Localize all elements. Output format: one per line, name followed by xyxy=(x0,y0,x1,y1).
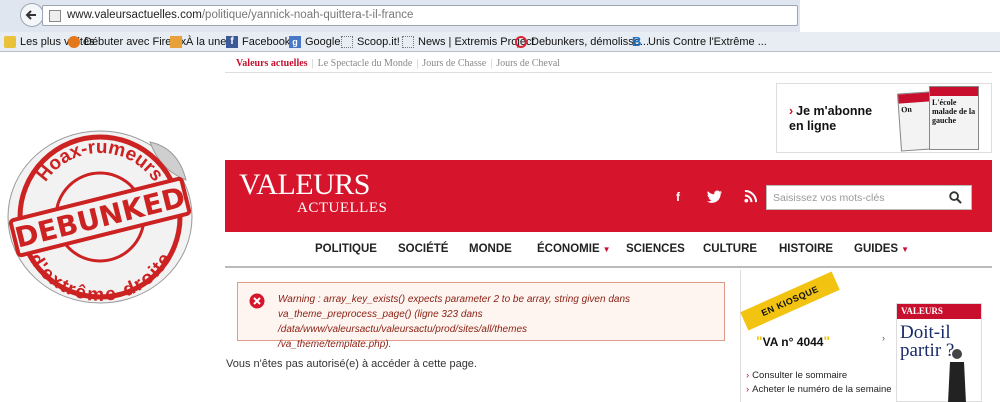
chevron-right-icon: › xyxy=(746,384,750,395)
back-arrow-icon xyxy=(25,10,36,20)
link-buy-issue[interactable]: › Acheter le numéro de la semaine xyxy=(746,384,892,395)
subscribe-line1: Je m'abonne xyxy=(796,104,873,118)
magazine-title: L'école malade de la gauche xyxy=(932,98,976,125)
site-logo[interactable]: VALEURS xyxy=(239,170,370,200)
link-label: Consulter le sommaire xyxy=(752,370,848,381)
search-icon xyxy=(948,191,962,204)
bookmark-google[interactable]: g Google xyxy=(289,34,340,50)
error-icon xyxy=(249,293,265,309)
feed-icon xyxy=(170,36,182,48)
main-navigation: POLITIQUE SOCIÉTÉ MONDE ÉCONOMIE ▼ SCIENC… xyxy=(225,232,992,268)
url-path: /politique/yannick-noah-quittera-t-il-fr… xyxy=(201,9,414,21)
warning-line1: : array_key_exists() expects parameter 2… xyxy=(315,294,631,305)
sidebar-divider xyxy=(740,270,741,402)
nav-label: POLITIQUE xyxy=(315,243,377,255)
rss-icon[interactable] xyxy=(741,189,759,204)
nav-item-culture[interactable]: CULTURE xyxy=(703,243,757,255)
nav-item-politique[interactable]: POLITIQUE xyxy=(315,243,377,255)
facebook-icon[interactable]: f xyxy=(669,190,687,204)
bookmark-label: Google xyxy=(305,36,341,48)
url-host: www.valeursactuelles.com xyxy=(67,9,202,21)
nav-item-societe[interactable]: SOCIÉTÉ xyxy=(398,243,448,255)
bookmark-getting-started[interactable]: Débuter avec Firefox xyxy=(68,34,186,50)
star-icon xyxy=(4,36,16,48)
toolbar-blank-area xyxy=(800,0,1000,32)
search-button[interactable] xyxy=(939,185,972,210)
bookmarks-bar: Les plus visités Débuter avec Firefox À … xyxy=(0,32,1000,52)
target-icon xyxy=(515,36,527,48)
divider xyxy=(225,72,992,73)
nav-label: SCIENCES xyxy=(626,243,685,255)
search-input[interactable] xyxy=(766,185,940,210)
nav-item-histoire[interactable]: HISTOIRE xyxy=(779,243,833,255)
nav-label: GUIDES xyxy=(854,243,899,255)
bookmark-label: Facebook xyxy=(242,36,291,48)
bookmark-scoopit[interactable]: Scoop.it! xyxy=(341,34,400,50)
link-sommaire[interactable]: › Consulter le sommaire xyxy=(746,370,847,381)
blogger-b-icon: B xyxy=(632,34,642,49)
twitter-icon[interactable] xyxy=(706,190,724,204)
kiosk-widget: EN KIOSQUE "VA n° 4044" › › Consulter le … xyxy=(740,271,992,402)
chevron-down-icon: ▼ xyxy=(602,245,611,254)
site-logo-subtitle[interactable]: ACTUELLES xyxy=(297,200,387,217)
site-favicon-icon xyxy=(49,10,61,22)
chevron-down-icon: ▼ xyxy=(901,245,910,254)
cover-brand: VALEURS xyxy=(897,304,981,319)
warning-line2: va_theme_preprocess_page() (ligne 323 da… xyxy=(278,309,528,335)
page-icon xyxy=(341,36,353,48)
google-icon: g xyxy=(289,36,301,48)
issue-label: VA n° 4044 xyxy=(762,335,824,349)
warning-line3: /va_theme/template.php). xyxy=(278,339,392,350)
bookmark-facebook[interactable]: f Facebook xyxy=(226,34,290,50)
nav-label: ÉCONOMIE xyxy=(537,243,600,255)
network-link-cheval[interactable]: Jours de Cheval xyxy=(496,58,560,69)
php-warning-message: Warning : array_key_exists() expects par… xyxy=(237,282,725,350)
warning-label: Warning xyxy=(278,294,316,305)
page-icon xyxy=(402,36,414,48)
chevron-right-icon: › xyxy=(746,370,750,381)
nav-item-monde[interactable]: MONDE xyxy=(469,243,512,255)
access-denied-text: Vous n'êtes pas autorisé(e) à accéder à … xyxy=(226,358,477,370)
nav-label: HISTOIRE xyxy=(779,243,834,255)
network-links: Valeurs actuelles | Le Spectacle du Monde |… xyxy=(236,58,561,69)
issue-number: "VA n° 4044" xyxy=(756,333,830,349)
nav-label: CULTURE xyxy=(703,243,758,255)
nav-item-guides[interactable]: GUIDES ▼ xyxy=(854,243,909,255)
subscribe-promo[interactable]: › Je m'abonne en ligne On L'école malade … xyxy=(776,83,992,153)
nav-label: SOCIÉTÉ xyxy=(398,243,449,255)
link-label: Acheter le numéro de la semaine xyxy=(752,384,892,395)
site-header: VALEURS ACTUELLES f xyxy=(225,160,992,232)
nav-label: MONDE xyxy=(469,243,512,255)
bookmark-debunkers[interactable]: Debunkers, démolisse... xyxy=(515,34,649,50)
firefox-icon xyxy=(68,36,80,48)
subscribe-line2: en ligne xyxy=(789,119,837,133)
browser-toolbar: www.valeursactuelles.com/politique/yanni… xyxy=(0,0,1000,32)
facebook-icon: f xyxy=(226,36,238,48)
nav-item-economie[interactable]: ÉCONOMIE ▼ xyxy=(537,243,611,255)
bookmark-unis-contre[interactable]: B Unis Contre l'Extrême ... xyxy=(632,34,767,50)
network-link-valeurs[interactable]: Valeurs actuelles xyxy=(236,58,308,69)
back-button[interactable] xyxy=(20,3,44,27)
issue-cover[interactable]: VALEURS Doit-il partir ? xyxy=(896,303,982,402)
chevron-right-icon: › xyxy=(882,333,885,343)
quote-icon: " xyxy=(756,333,763,349)
cover-figure-image xyxy=(948,349,966,402)
bookmark-headlines[interactable]: À la une xyxy=(170,34,226,50)
network-link-chasse[interactable]: Jours de Chasse xyxy=(422,58,486,69)
chevron-right-icon: › xyxy=(789,104,794,118)
kiosk-badge: EN KIOSQUE xyxy=(740,271,840,331)
nav-item-sciences[interactable]: SCIENCES xyxy=(626,243,685,255)
address-bar[interactable]: www.valeursactuelles.com/politique/yanni… xyxy=(42,5,837,26)
network-link-spectacle[interactable]: Le Spectacle du Monde xyxy=(318,58,413,69)
debunked-stamp-sticker: Hoax-rumeurs d'extrême-droite DEBUNKED xyxy=(7,130,193,306)
bookmark-label: À la une xyxy=(186,36,227,48)
warning-text: Warning : array_key_exists() expects par… xyxy=(278,292,718,352)
magazine-cover-large: L'école malade de la gauche xyxy=(929,86,979,150)
bookmark-label: Scoop.it! xyxy=(357,36,400,48)
url-text: www.valeursactuelles.com/politique/yanni… xyxy=(67,9,413,21)
bookmark-label: Unis Contre l'Extrême ... xyxy=(648,36,767,48)
quote-icon: " xyxy=(823,333,831,349)
subscribe-label[interactable]: › Je m'abonne en ligne xyxy=(789,104,899,134)
